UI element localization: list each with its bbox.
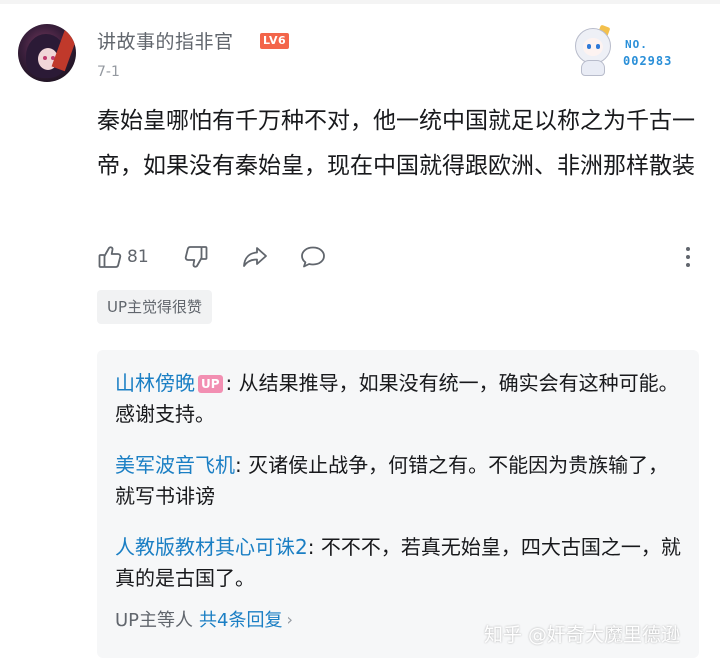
more-options-icon[interactable]: [680, 243, 696, 271]
thumbs-up-icon: [98, 246, 122, 268]
top-divider: [0, 0, 720, 4]
fan-badge[interactable]: NO. 002983: [565, 22, 695, 78]
chevron-right-icon: ›: [286, 609, 293, 629]
reply-author[interactable]: 美军波音飞机: [115, 453, 235, 477]
replies-count-link[interactable]: 共4条回复: [199, 606, 282, 632]
view-all-replies[interactable]: UP主等人 共4条回复 ›: [115, 606, 293, 632]
avatar[interactable]: [18, 24, 76, 82]
comment-date: 7-1: [97, 64, 120, 80]
reply-author[interactable]: 人教版教材其心可诛2: [115, 535, 308, 559]
up-tag: UP: [198, 375, 223, 393]
username[interactable]: 讲故事的指非官: [97, 27, 234, 54]
level-badge: LV6: [260, 33, 290, 49]
fan-eye: [587, 44, 591, 49]
watermark: 知乎 @奸奇大魔里德逊: [484, 624, 681, 646]
reply-item[interactable]: 人教版教材其心可诛2: 不不不，若真无始皇，四大古国之一，就真的是古国了。: [115, 532, 685, 594]
fan-badge-no-label: NO.: [625, 38, 648, 51]
reply-item[interactable]: 美军波音飞机: 灭诸侯止战争，何错之有。不能因为贵族输了，就写书诽谤: [115, 450, 685, 512]
like-count: 81: [127, 247, 149, 267]
like-button[interactable]: 81: [97, 244, 149, 270]
thumbs-down-icon: [184, 246, 208, 268]
avatar-eye: [43, 56, 47, 60]
fan-badge-avatar-icon: [569, 24, 617, 76]
fan-face: [583, 38, 603, 56]
fan-body: [581, 60, 605, 76]
share-icon: [242, 247, 267, 267]
comment-text: 秦始皇哪怕有千万种不对，他一统中国就足以称之为千古一帝，如果没有秦始皇，现在中国…: [97, 108, 695, 179]
comment-bubble-icon: [300, 246, 325, 268]
dislike-button[interactable]: [183, 244, 209, 270]
fan-badge-number: 002983: [623, 54, 673, 68]
replies-summary-prefix: UP主等人: [115, 610, 194, 631]
up-liked-tag: UP主觉得很赞: [97, 290, 213, 324]
fan-eye: [596, 44, 600, 49]
reply-button[interactable]: [299, 244, 327, 270]
comment-actions: 81: [97, 241, 327, 273]
reply-author[interactable]: 山林傍晚: [115, 371, 195, 395]
replies-panel: 山林傍晚 UP: 从结果推导，如果没有统一，确实会有这种可能。感谢支持。 美军波音…: [97, 350, 699, 658]
reply-item[interactable]: 山林傍晚 UP: 从结果推导，如果没有统一，确实会有这种可能。感谢支持。: [115, 368, 685, 430]
share-button[interactable]: [241, 244, 269, 270]
